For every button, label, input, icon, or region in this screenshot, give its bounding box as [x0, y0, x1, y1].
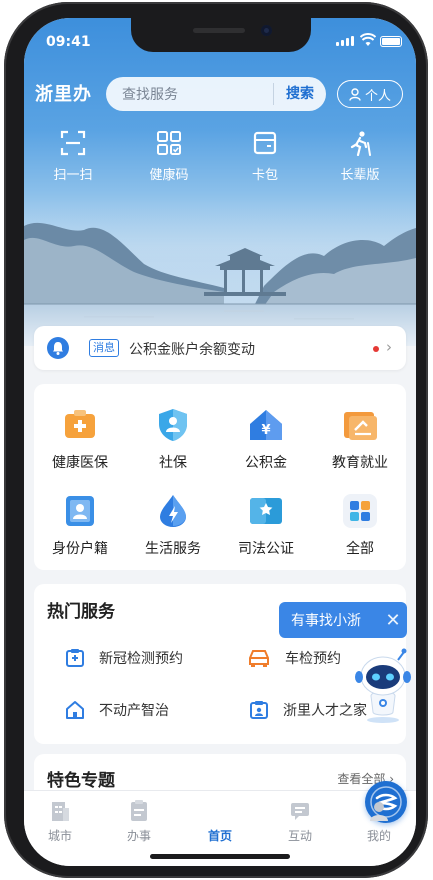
- service-label: 公积金: [245, 455, 287, 471]
- affairs-icon: [128, 799, 150, 823]
- tab-profile[interactable]: 我的: [349, 799, 409, 844]
- quick-health-code[interactable]: 健康码: [129, 130, 209, 183]
- signal-icon: [336, 36, 354, 46]
- hero-header: 09:41 浙里办 查找服务 搜索 个人 扫一扫 健康码 卡包 长辈版: [24, 18, 416, 346]
- card-wallet-icon: [253, 131, 277, 155]
- message-tag: 消息: [89, 339, 119, 357]
- social-security-icon: [154, 406, 192, 444]
- real-estate-icon: [66, 701, 84, 719]
- elder-mode-icon: [350, 131, 371, 156]
- service-label: 身份户籍: [52, 541, 108, 557]
- life-service-icon: [154, 492, 192, 530]
- personal-button[interactable]: 个人: [337, 80, 403, 108]
- top-bar: 浙里办 查找服务 搜索 个人: [24, 74, 416, 114]
- car-inspection-icon: [249, 650, 269, 667]
- quick-label: 长辈版: [340, 168, 380, 183]
- service-label: 司法公证: [238, 541, 294, 557]
- app-brand: 浙里办: [35, 84, 92, 105]
- tab-affairs[interactable]: 办事: [109, 799, 169, 844]
- quick-label: 卡包: [251, 168, 278, 183]
- service-life-service[interactable]: 生活服务: [133, 492, 213, 558]
- search-input[interactable]: 查找服务: [106, 84, 273, 104]
- service-education-employment[interactable]: 教育就业: [320, 406, 400, 472]
- quick-elder-mode[interactable]: 长辈版: [320, 130, 400, 183]
- hot-item-real-estate[interactable]: 不动产智治: [65, 700, 169, 720]
- battery-icon: [380, 36, 402, 47]
- unread-dot: [373, 346, 379, 352]
- tab-label: 城市: [47, 829, 72, 843]
- phone-notch: [131, 18, 311, 52]
- phone-frame: 09:41 浙里办 查找服务 搜索 个人 扫一扫 健康码 卡包 长辈版 消息 公…: [4, 2, 428, 878]
- assistant-robot-icon[interactable]: [354, 646, 412, 724]
- speaker-grille: [193, 28, 245, 33]
- tab-home[interactable]: 首页: [190, 781, 407, 844]
- tab-interaction[interactable]: 互动: [270, 799, 330, 844]
- search-bar[interactable]: 查找服务 搜索: [106, 77, 326, 111]
- scan-icon: [60, 130, 86, 156]
- service-housing-fund[interactable]: ¥ 公积金: [226, 406, 306, 472]
- tab-label: 我的: [366, 829, 391, 843]
- education-employment-icon: [341, 406, 379, 444]
- all-services-icon: [341, 492, 379, 530]
- tab-city[interactable]: 城市: [30, 799, 90, 844]
- west-lake-scenery-image: [24, 206, 416, 346]
- interaction-icon: [289, 799, 311, 823]
- tab-label: 办事: [126, 829, 151, 843]
- housing-fund-icon: ¥: [247, 406, 285, 444]
- svg-text:¥: ¥: [261, 423, 270, 438]
- medical-insurance-icon: [61, 406, 99, 444]
- covid-test-icon: [66, 649, 84, 667]
- service-label: 生活服务: [145, 541, 201, 557]
- status-time: 09:41: [46, 34, 91, 50]
- service-judicial-notary[interactable]: 司法公证: [226, 492, 306, 558]
- identity-household-icon: [61, 492, 99, 530]
- hot-item-car-inspection[interactable]: 车检预约: [247, 648, 341, 668]
- city-icon: [49, 799, 71, 823]
- home-indicator[interactable]: [150, 854, 290, 859]
- judicial-notary-icon: [247, 492, 285, 530]
- service-label: 健康医保: [52, 455, 108, 471]
- service-label: 社保: [159, 455, 187, 471]
- quick-label: 健康码: [149, 168, 189, 183]
- talent-home-icon: [250, 701, 268, 719]
- service-social-security[interactable]: 社保: [133, 406, 213, 472]
- featured-title: 特色专题: [47, 771, 115, 791]
- profile-icon: [368, 799, 390, 823]
- hot-services-title: 热门服务: [47, 602, 115, 622]
- service-identity-household[interactable]: 身份户籍: [40, 492, 120, 558]
- search-button[interactable]: 搜索: [273, 83, 326, 105]
- service-all[interactable]: 全部: [320, 492, 400, 558]
- service-label: 教育就业: [332, 455, 388, 471]
- front-camera: [261, 25, 272, 36]
- chevron-right-icon: ›: [386, 338, 392, 356]
- quick-scan[interactable]: 扫一扫: [33, 130, 113, 183]
- assistant-bubble-text: 有事找小浙: [291, 613, 361, 629]
- tab-label: 首页: [207, 829, 232, 843]
- service-grid: 健康医保 社保 ¥ 公积金 教育就业 身份户籍 生活服务 司法公证 全部: [34, 384, 406, 570]
- message-notice-bar[interactable]: 消息 公积金账户余额变动 ›: [34, 326, 406, 370]
- hot-item-label: 车检预约: [285, 651, 341, 667]
- message-text: 公积金账户余额变动: [129, 342, 255, 358]
- tab-label: 互动: [287, 829, 312, 843]
- app-screen: 09:41 浙里办 查找服务 搜索 个人 扫一扫 健康码 卡包 长辈版 消息 公…: [24, 18, 416, 866]
- hot-item-label: 不动产智治: [99, 703, 169, 719]
- bell-icon: [47, 337, 69, 359]
- hot-item-covid-test[interactable]: 新冠检测预约: [65, 648, 183, 668]
- service-health-insurance[interactable]: 健康医保: [40, 406, 120, 472]
- service-label: 全部: [346, 541, 374, 557]
- user-icon: [349, 87, 361, 101]
- hot-item-talent-home[interactable]: 浙里人才之家: [249, 700, 367, 720]
- hot-item-label: 新冠检测预约: [99, 651, 183, 667]
- personal-label: 个人: [364, 88, 391, 104]
- quick-card-wallet[interactable]: 卡包: [225, 130, 305, 183]
- quick-label: 扫一扫: [53, 168, 93, 183]
- wifi-icon: [360, 33, 376, 46]
- assistant-bubble[interactable]: 有事找小浙 ✕: [279, 602, 407, 638]
- health-code-icon: [157, 131, 181, 155]
- close-icon[interactable]: ✕: [379, 610, 407, 631]
